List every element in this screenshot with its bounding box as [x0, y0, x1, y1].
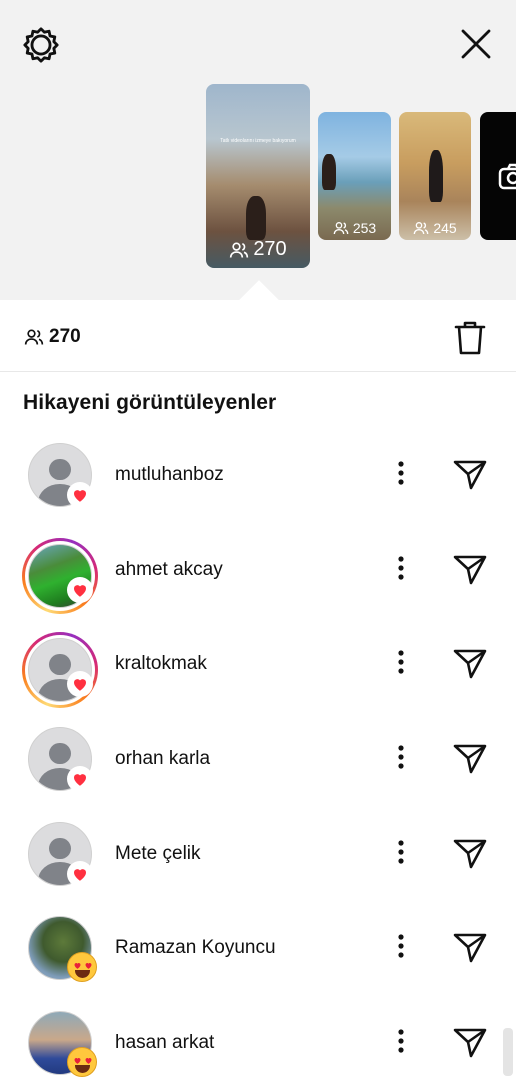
viewer-count: 270 — [49, 326, 81, 347]
delete-trash-icon[interactable] — [454, 320, 486, 356]
heart-reaction-icon — [67, 860, 93, 887]
heart-eyes-emoji-icon — [67, 1047, 97, 1078]
more-options-icon[interactable] — [391, 553, 411, 583]
viewer-username[interactable]: ahmet akcay — [115, 559, 223, 581]
viewer-row[interactable]: Mete çelik — [0, 806, 516, 901]
more-options-icon[interactable] — [391, 837, 411, 867]
viewer-username[interactable]: Mete çelik — [115, 843, 201, 865]
story-count-text: 270 — [253, 238, 287, 260]
close-icon[interactable] — [458, 26, 494, 62]
heart-reaction-icon — [67, 576, 93, 603]
send-message-icon[interactable] — [452, 740, 488, 776]
avatar-story-ring[interactable] — [22, 537, 98, 614]
send-message-icon[interactable] — [452, 835, 488, 871]
send-message-icon[interactable] — [452, 645, 488, 681]
heart-eyes-emoji-icon — [67, 952, 97, 983]
story-strip: Tatlı videolarını izmeye bakıyorum 270 2… — [0, 0, 516, 300]
send-message-icon[interactable] — [452, 456, 488, 492]
avatar-story-ring[interactable] — [22, 632, 98, 709]
viewers-icon — [413, 222, 429, 235]
viewer-username[interactable]: hasan arkat — [115, 1032, 214, 1054]
story-thumbnail[interactable]: 245 — [399, 112, 471, 240]
viewer-row[interactable]: ahmet akcay — [0, 522, 516, 617]
story-thumbnail[interactable]: 253 — [318, 112, 391, 240]
settings-gear-icon[interactable] — [22, 26, 60, 64]
viewer-row[interactable]: hasan arkat — [0, 995, 516, 1080]
viewer-username[interactable]: Ramazan Koyuncu — [115, 937, 276, 959]
viewer-row[interactable]: mutluhanboz — [0, 427, 516, 522]
more-options-icon[interactable] — [391, 931, 411, 961]
section-title: Hikayeni görüntüleyenler — [23, 391, 277, 414]
camera-icon — [498, 163, 516, 190]
viewer-row[interactable]: kraltokmak — [0, 616, 516, 711]
viewer-list: mutluhanboz ahmet akcay kraltokmak orhan… — [0, 427, 516, 1080]
viewer-row[interactable]: Ramazan Koyuncu — [0, 900, 516, 995]
story-stats-bar: 270 — [0, 302, 516, 372]
story-count-text: 245 — [433, 220, 457, 236]
story-view-count: 245 — [399, 220, 471, 236]
viewers-icon — [24, 329, 44, 345]
send-message-icon[interactable] — [452, 929, 488, 965]
story-thumbnail-selected[interactable]: Tatlı videolarını izmeye bakıyorum 270 — [206, 84, 310, 268]
viewer-username[interactable]: kraltokmak — [115, 653, 207, 675]
viewers-icon — [333, 222, 349, 235]
viewer-username[interactable]: orhan karla — [115, 748, 210, 770]
more-options-icon[interactable] — [391, 647, 411, 677]
story-view-count: 253 — [318, 220, 391, 236]
more-options-icon[interactable] — [391, 458, 411, 488]
more-options-icon[interactable] — [391, 742, 411, 772]
story-caption: Tatlı videolarını izmeye bakıyorum — [220, 138, 296, 144]
story-count-text: 253 — [352, 220, 377, 236]
story-view-count: 270 — [206, 238, 310, 261]
viewer-username[interactable]: mutluhanboz — [115, 464, 224, 486]
viewer-row[interactable]: orhan karla — [0, 711, 516, 806]
send-message-icon[interactable] — [452, 1024, 488, 1060]
heart-reaction-icon — [67, 766, 93, 793]
add-story-camera-button[interactable] — [480, 112, 516, 240]
scrollbar[interactable] — [503, 1028, 513, 1076]
heart-reaction-icon — [67, 482, 93, 508]
send-message-icon[interactable] — [452, 551, 488, 587]
viewers-icon — [230, 242, 249, 258]
more-options-icon[interactable] — [391, 1026, 411, 1056]
